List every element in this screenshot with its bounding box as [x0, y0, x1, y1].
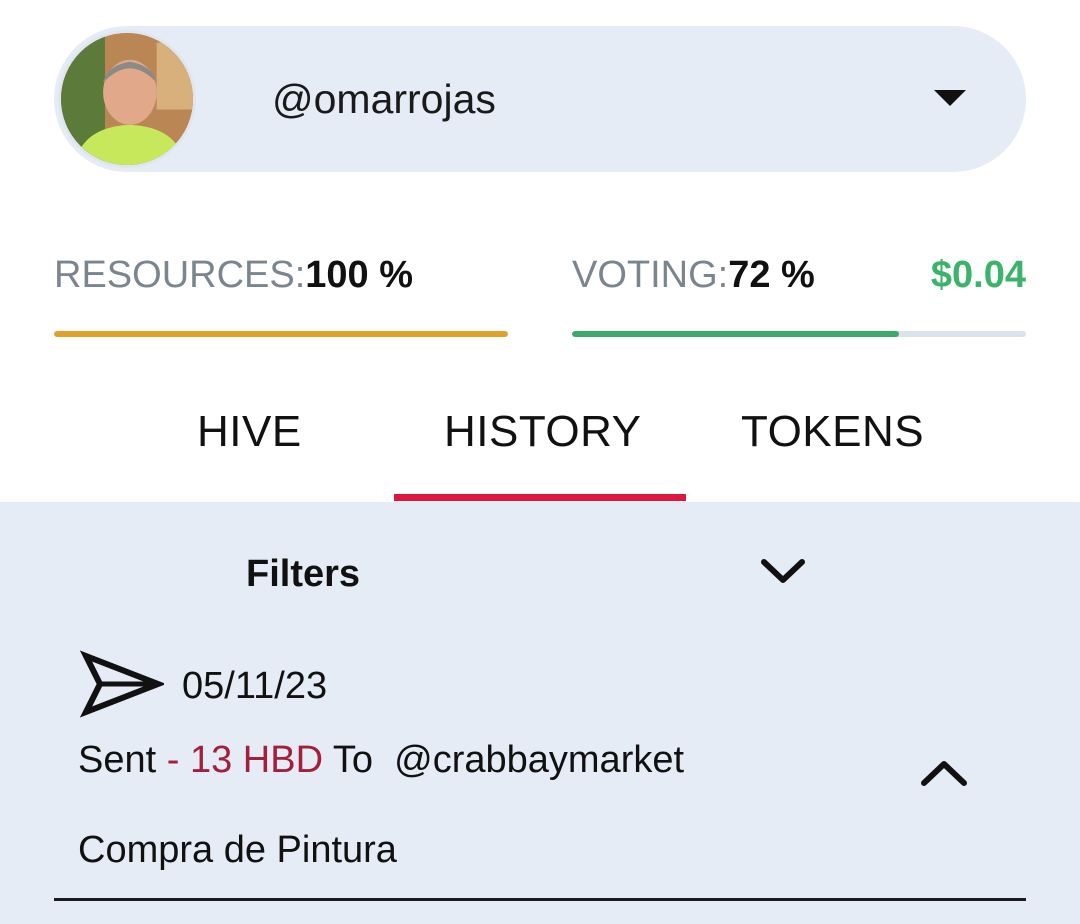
transaction-date: 05/11/23: [182, 665, 328, 707]
active-tab-indicator: [394, 494, 686, 501]
filters-label: Filters: [246, 553, 361, 595]
resources-value: 100 %: [305, 254, 414, 296]
voting-bar: [572, 331, 1026, 337]
tab-history[interactable]: HISTORY: [444, 402, 641, 462]
tab-hive[interactable]: HIVE: [197, 402, 302, 462]
voting-dollar-value: $0.04: [930, 254, 1026, 296]
transaction-recipient[interactable]: @crabbaymarket: [394, 739, 684, 781]
send-icon: [80, 650, 164, 718]
transaction-to-label: To: [323, 739, 395, 781]
transaction-summary: Sent - 13 HBD To @crabbaymarket: [78, 735, 684, 785]
voting-value: 72 %: [728, 254, 815, 296]
voting-label: VOTING:: [572, 254, 729, 296]
chevron-down-icon[interactable]: [760, 556, 806, 586]
avatar: [58, 30, 196, 168]
account-username: @omarrojas: [272, 76, 496, 122]
caret-down-icon[interactable]: [934, 90, 966, 106]
resources-stat: RESOURCES:100 %: [54, 250, 413, 300]
resources-bar-fill: [54, 331, 508, 337]
transaction-memo: Compra de Pintura: [78, 829, 397, 871]
transaction-action: Sent: [78, 739, 157, 781]
account-selector[interactable]: @omarrojas: [54, 26, 1026, 172]
resources-bar: [54, 331, 508, 337]
tab-tokens[interactable]: TOKENS: [741, 402, 924, 462]
avatar-image: [61, 33, 193, 165]
resources-label: RESOURCES:: [54, 254, 306, 296]
transaction-divider: [54, 898, 1026, 901]
transaction-amount: 13 HBD: [189, 739, 324, 781]
voting-bar-fill: [572, 331, 899, 337]
transaction-separator: -: [156, 739, 190, 781]
voting-stat: VOTING:72 %: [572, 250, 815, 300]
chevron-up-icon[interactable]: [920, 758, 968, 788]
